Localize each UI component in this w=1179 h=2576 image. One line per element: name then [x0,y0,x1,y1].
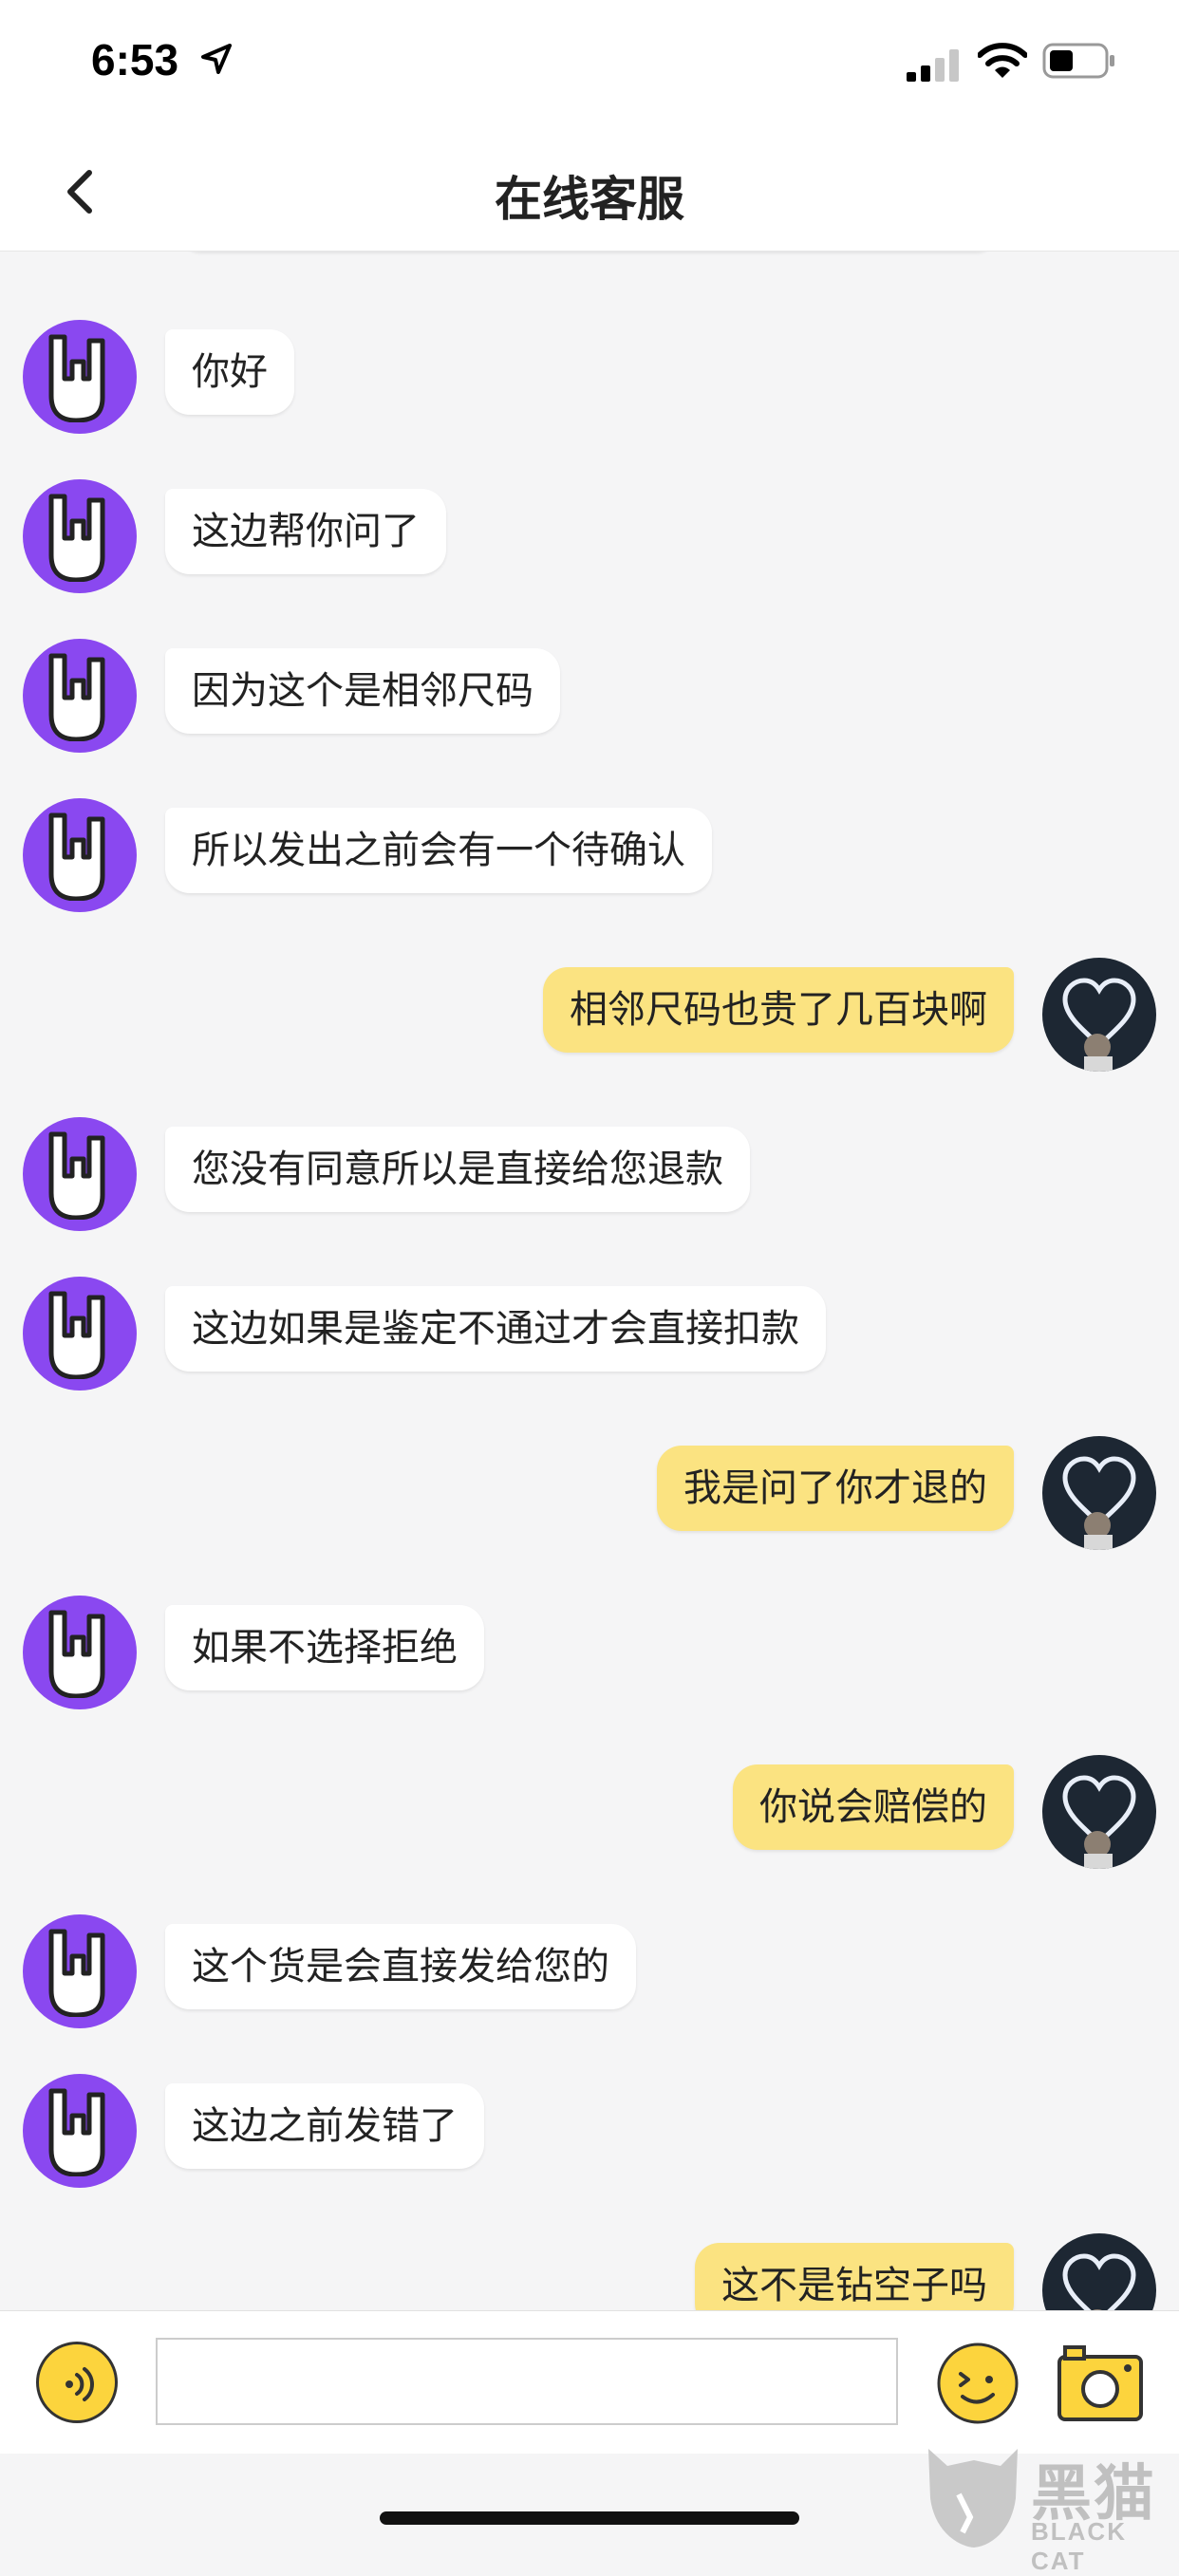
user-message-bubble[interactable]: 我是问了你才退的 [657,1446,1014,1531]
message-row: 这边如果是鉴定不通过才会直接扣款 [0,1277,1179,1391]
message-row: 这个货是会直接发给您的 [0,1914,1179,2028]
rock-hand-icon [48,1610,105,1698]
user-message-bubble[interactable]: 相邻尺码也贵了几百块啊 [543,967,1014,1053]
message-row: 如果不选择拒绝 [0,1596,1179,1709]
message-row: 这边之前发错了 [0,2074,1179,2188]
user-avatar[interactable] [1042,2233,1156,2311]
camera-icon [1057,2345,1143,2421]
agent-message-bubble[interactable]: 因为这个是相邻尺码 [165,648,560,734]
user-avatar[interactable] [1042,958,1156,1072]
agent-message-bubble[interactable]: 所以发出之前会有一个待确认 [165,808,712,893]
agent-avatar[interactable] [23,2074,137,2188]
message-row: 所以发出之前会有一个待确认 [0,798,1179,912]
agent-avatar[interactable] [23,1596,137,1709]
page-title: 在线客服 [495,172,684,227]
agent-avatar[interactable] [23,1914,137,2028]
agent-message-bubble[interactable]: 这边如果是鉴定不通过才会直接扣款 [165,1286,826,1372]
rock-hand-icon [48,1291,105,1379]
rock-hand-icon [48,334,105,422]
voice-wave-icon [66,2367,94,2401]
rock-hand-icon [48,812,105,901]
rock-hand-icon [48,494,105,582]
message-row: 您没有同意所以是直接给您退款 [0,1117,1179,1231]
battery-icon [1042,43,1114,79]
rock-hand-icon [48,653,105,741]
agent-avatar[interactable] [23,639,137,753]
agent-avatar[interactable] [23,320,137,434]
user-avatar-image-icon [1062,1775,1136,1869]
nav-bar: 在线客服 [0,133,1179,252]
user-avatar[interactable] [1042,1755,1156,1869]
black-cat-watermark: 黑猫 BLACK CAT [921,2441,1179,2575]
message-input-bar [0,2310,1179,2454]
agent-message-bubble[interactable]: 你好 [165,329,294,415]
user-message-bubble[interactable]: 这不是钻空子吗 [695,2243,1014,2311]
message-row: 这边帮你问了 [0,479,1179,593]
rock-hand-icon [48,2088,105,2176]
message-input[interactable] [156,2338,898,2425]
user-avatar-image-icon [1062,2253,1136,2311]
black-cat-logo-icon [928,2449,1018,2548]
location-arrow-icon [201,44,232,74]
agent-avatar[interactable] [23,798,137,912]
message-row: 你说会赔偿的 [0,1755,1179,1869]
user-avatar-image-icon [1062,978,1136,1072]
agent-message-bubble[interactable]: 如果不选择拒绝 [165,1605,484,1690]
emoji-button[interactable] [936,2342,1020,2425]
message-row: 你好 [0,320,1179,434]
message-row: 相邻尺码也贵了几百块啊 [0,958,1179,1072]
rock-hand-icon [48,1929,105,2017]
agent-avatar[interactable] [23,1277,137,1391]
agent-message-bubble[interactable]: 您没有同意所以是直接给您退款 [165,1127,750,1212]
status-bar: 6:53 [0,0,1179,133]
smiley-icon [937,2343,1019,2424]
agent-message-bubble[interactable]: 这边帮你问了 [165,489,446,574]
home-indicator[interactable] [380,2511,799,2525]
cellular-signal-icon [907,49,959,82]
message-row: 我是问了你才退的 [0,1436,1179,1550]
agent-avatar[interactable] [23,479,137,593]
wifi-icon [978,43,1027,78]
user-avatar[interactable] [1042,1436,1156,1550]
user-avatar-image-icon [1062,1456,1136,1550]
rock-hand-icon [48,1131,105,1220]
chat-message-list[interactable]: 你好 这边帮你问了 因为这个是相邻尺码 所以发出之前会有一个待确认 相邻尺码也贵… [0,252,1179,2311]
voice-input-button[interactable] [36,2342,118,2423]
camera-button[interactable] [1056,2342,1145,2423]
user-message-bubble[interactable]: 你说会赔偿的 [733,1764,1014,1850]
agent-message-bubble[interactable]: 这边之前发错了 [165,2083,484,2169]
agent-avatar[interactable] [23,1117,137,1231]
agent-message-bubble[interactable]: 这个货是会直接发给您的 [165,1924,636,2009]
status-time: 6:53 [91,35,179,84]
message-row: 因为这个是相邻尺码 [0,639,1179,753]
message-row: 这不是钻空子吗 [0,2233,1179,2311]
watermark-subtext: BLACK CAT [1031,2517,1127,2575]
